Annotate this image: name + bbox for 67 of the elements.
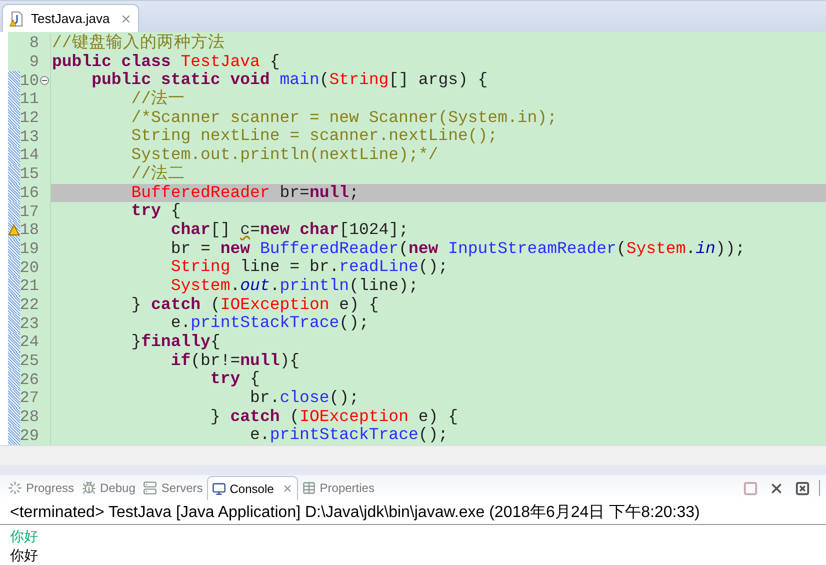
code-line: br.close();	[249, 389, 359, 408]
line-number: 26	[20, 370, 39, 389]
remove-all-button[interactable]	[793, 479, 811, 497]
code-line: BufferedReader br=null;	[130, 184, 359, 202]
line-number: 14	[20, 146, 39, 164]
panel-tab[interactable]: Properties	[298, 476, 378, 500]
line-number: 15	[20, 165, 39, 184]
code-line: //法一	[130, 90, 186, 109]
code-line: //法二	[130, 164, 186, 184]
line-number: 17	[20, 202, 39, 221]
editor-tab[interactable]: TestJava.java	[2, 4, 139, 32]
code-line: e.printStackTrace();	[170, 314, 369, 334]
collapse-icon[interactable]	[40, 76, 49, 86]
line-number: 13	[20, 128, 39, 146]
panel-tab[interactable]: Console	[206, 476, 298, 500]
panel-tab[interactable]: Progress	[4, 476, 78, 500]
line-number: 12	[20, 109, 39, 128]
code-line: e.printStackTrace();	[249, 426, 448, 445]
line-number: 18	[20, 221, 39, 240]
code-line: try {	[209, 370, 260, 390]
console-output-text: 你好	[10, 546, 39, 565]
code-line: }finally{	[130, 333, 220, 352]
panel-tab[interactable]: Servers	[139, 476, 207, 500]
line-number: 19	[20, 240, 39, 258]
line-number: 16	[20, 184, 39, 202]
code-line: /*Scanner scanner = new Scanner(System.in);	[130, 108, 557, 128]
table-icon	[302, 481, 316, 495]
line-number: 11	[20, 90, 39, 108]
close-icon[interactable]	[120, 12, 132, 24]
bug-icon	[82, 481, 96, 495]
line-number: 20	[20, 258, 39, 277]
code-line: System.out.println(nextLine);*/	[130, 146, 438, 164]
code-line: br = new BufferedReader(new InputStreamReader(System.in));	[170, 240, 746, 258]
code-line: if(br!=null){	[170, 352, 300, 370]
code-line: String line = br.readLine();	[170, 258, 448, 277]
close-icon[interactable]	[282, 483, 293, 494]
horizontal-scrollbar[interactable]	[0, 445, 826, 465]
code-line: public class TestJava {	[52, 52, 280, 72]
line-number: 8	[29, 34, 39, 52]
line-number: 23	[20, 314, 39, 333]
stop-icon	[742, 480, 758, 496]
code-line: System.out.println(line);	[170, 276, 418, 296]
line-number: 29	[20, 426, 39, 445]
console-header: <terminated> TestJava [Java Application] D:\Java\jdk\bin\javaw.exe (2018年6月24日 下午8:20:33)	[0, 501, 826, 525]
line-number: 10	[20, 72, 39, 90]
server-icon	[143, 481, 158, 495]
code-line: } catch (IOException e) {	[209, 408, 458, 426]
line-number: 28	[20, 408, 39, 426]
line-number: 27	[20, 389, 39, 408]
line-number: 21	[20, 277, 39, 296]
monitor-icon	[212, 482, 226, 496]
crosses-icon	[794, 480, 810, 496]
line-number: 25	[20, 352, 39, 370]
progress-icon	[8, 481, 22, 495]
panel-tab[interactable]: Debug	[78, 476, 140, 500]
code-line: try {	[130, 202, 181, 221]
tab-title: TestJava.java	[31, 10, 110, 28]
console-input-text: 你好	[10, 527, 39, 546]
code-line: public static void main(String[] args) {	[90, 71, 488, 90]
code-line: } catch (IOException e) {	[130, 296, 379, 314]
java-file-icon	[9, 10, 25, 26]
code-line: //键盘输入的两种方法	[52, 34, 225, 53]
line-number: 9	[29, 53, 39, 72]
code-line: String nextLine = scanner.nextLine();	[130, 127, 498, 146]
line-number: 24	[20, 333, 39, 352]
code-line: char[] c=new char[1024];	[170, 220, 408, 240]
line-number: 22	[20, 296, 39, 314]
